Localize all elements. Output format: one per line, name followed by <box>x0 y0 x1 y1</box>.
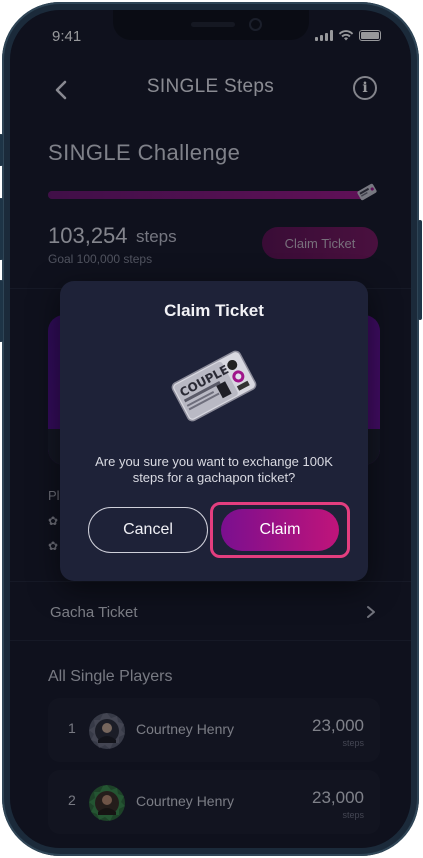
gachapon-ticket-icon: COUPLE <box>171 350 257 422</box>
claim-button-highlight: Claim <box>210 502 350 558</box>
claim-button[interactable]: Claim <box>221 509 339 551</box>
volume-up-button <box>0 198 3 260</box>
cancel-button[interactable]: Cancel <box>88 507 208 553</box>
screen: 9:41 SINGLE Steps i SINGLE Challenge 103… <box>10 10 411 848</box>
volume-down-button <box>0 280 3 342</box>
mute-switch <box>0 134 3 166</box>
claim-ticket-dialog: Claim Ticket COUPLE Are you sure you wan… <box>60 281 368 581</box>
phone-frame: 9:41 SINGLE Steps i SINGLE Challenge 103… <box>0 2 422 856</box>
power-button <box>418 220 422 320</box>
dialog-title: Claim Ticket <box>164 301 264 320</box>
dialog-message: Are you sure you want to exchange 100K s… <box>95 454 333 485</box>
